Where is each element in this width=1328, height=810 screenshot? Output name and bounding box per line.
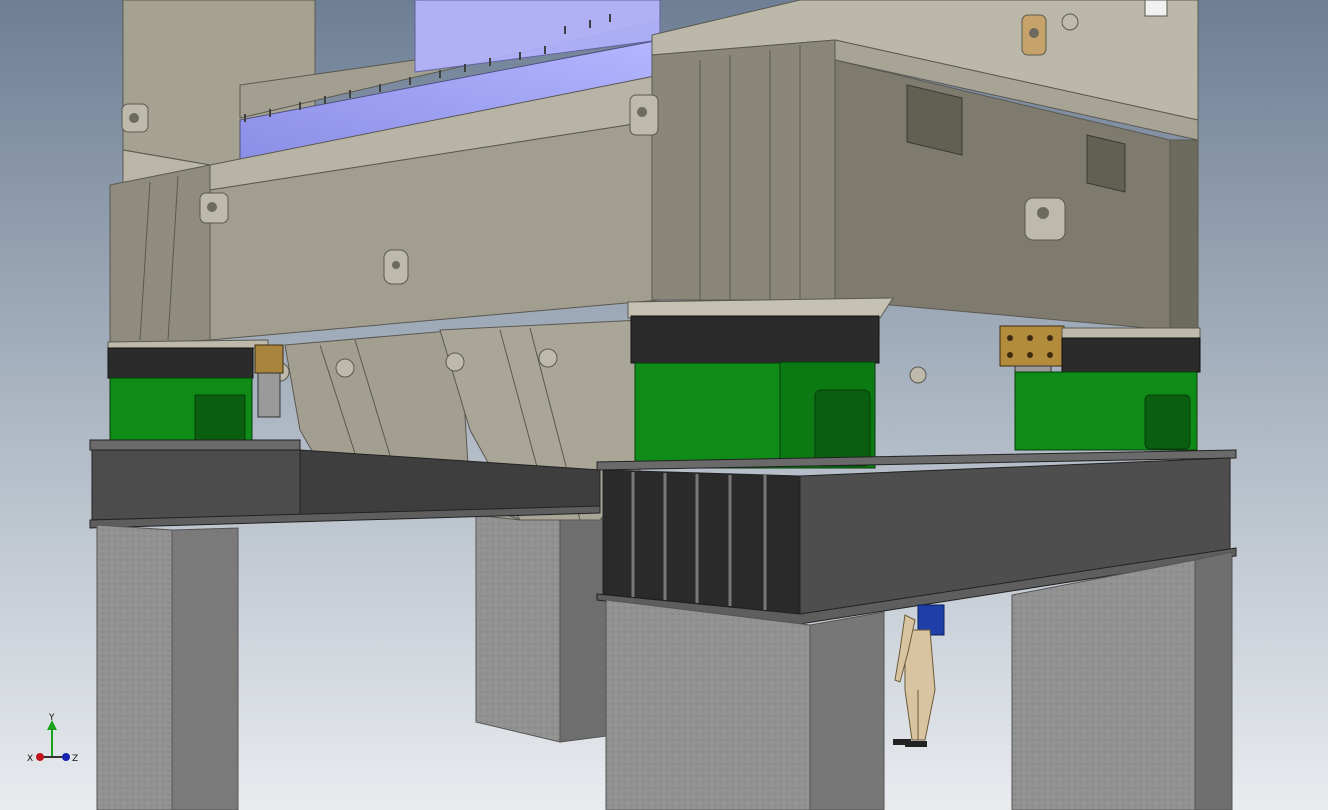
press-crown-right-section[interactable] [651, 0, 1199, 331]
concrete-pier-right[interactable] [1011, 551, 1233, 810]
z-axis-label: Z [72, 754, 78, 764]
vibration-isolator-center[interactable] [627, 297, 894, 469]
concrete-pier-left[interactable] [96, 524, 239, 810]
concrete-pier-back-center[interactable] [475, 499, 607, 743]
coordinate-triad: Y X Z [27, 713, 78, 764]
vibration-isolator-left[interactable] [107, 339, 269, 445]
z-axis-dot-icon [62, 753, 70, 761]
cad-3d-viewport[interactable]: Y X Z [0, 0, 1328, 810]
concrete-pier-center[interactable] [605, 599, 885, 810]
y-axis-label: Y [48, 713, 55, 723]
x-axis-label: X [27, 754, 33, 764]
cad-model-scene[interactable] [0, 0, 1328, 810]
hydraulic-cylinder-left[interactable] [254, 344, 284, 418]
x-axis-dot-icon [36, 753, 44, 761]
